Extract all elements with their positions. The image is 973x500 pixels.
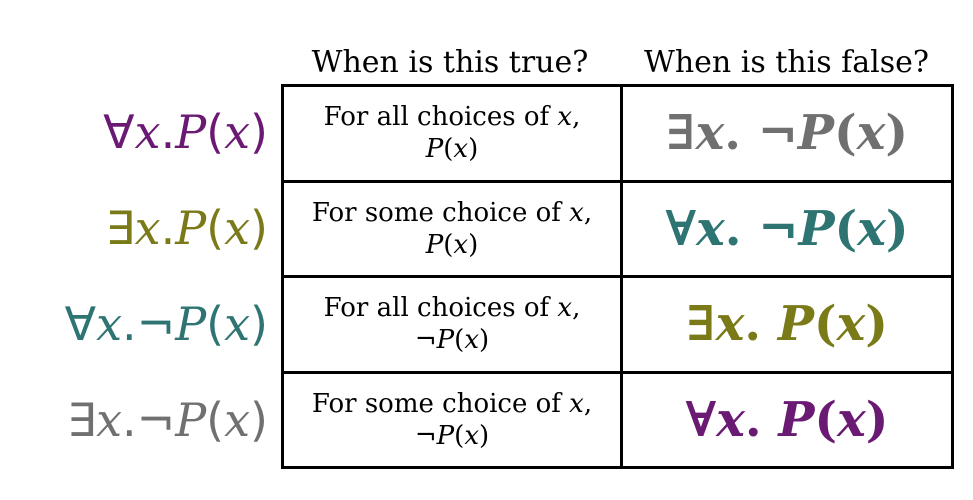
true-condition-cell: For all choices of x, P(x) xyxy=(281,84,623,183)
true-condition-cell: For some choice of x, P(x) xyxy=(281,179,623,278)
table-row: For all choices of x, P(x) ∃x. ¬P(x) xyxy=(281,84,954,183)
false-condition-cell: ∃x. ¬P(x) xyxy=(620,84,954,183)
row-label-exists-p: ∃ x. P(x) xyxy=(105,201,268,255)
row-label-forall-not-p: ∀ x. ¬ P(x) xyxy=(64,297,268,351)
false-condition-cell: ∀x. P(x) xyxy=(620,370,954,469)
table-row: For some choice of x, ¬P(x) ∀x. P(x) xyxy=(281,370,954,469)
true-condition-cell: For all choices of x, ¬P(x) xyxy=(281,275,623,374)
row-label-forall-p: ∀ x. P(x) xyxy=(103,105,268,159)
false-condition-cell: ∀x. ¬P(x) xyxy=(620,179,954,278)
header-when-true: When is this true? xyxy=(311,44,589,80)
table-row: For all choices of x, ¬P(x) ∃x. P(x) xyxy=(281,275,954,374)
table-row: For some choice of x, P(x) ∀x. ¬P(x) xyxy=(281,179,954,278)
truth-table: For all choices of x, P(x) ∃x. ¬P(x) For… xyxy=(281,84,954,469)
true-condition-cell: For some choice of x, ¬P(x) xyxy=(281,370,623,469)
false-condition-cell: ∃x. P(x) xyxy=(620,275,954,374)
header-when-false: When is this false? xyxy=(643,44,929,80)
row-label-exists-not-p: ∃ x. ¬ P(x) xyxy=(66,393,268,447)
